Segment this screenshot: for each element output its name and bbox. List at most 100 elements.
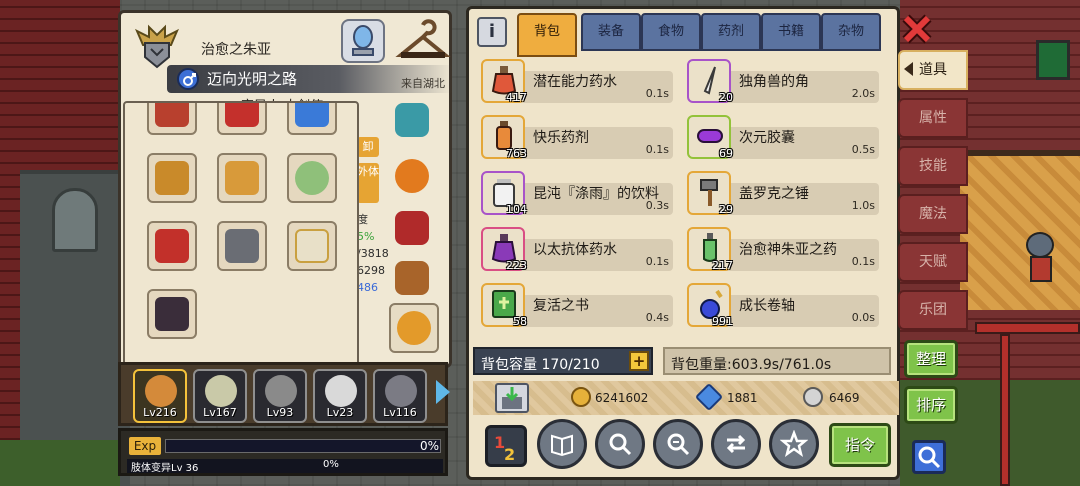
gem-amount: 1881 — [727, 391, 758, 405]
side-slot-crystal[interactable] — [389, 97, 439, 147]
inventory-item[interactable]: 104 昆沌『涤雨』的饮料 0.3s — [479, 171, 673, 216]
grass-left — [0, 440, 120, 486]
diamond-icon — [694, 382, 724, 412]
equip-slot-armor[interactable] — [147, 153, 197, 203]
appearance-button[interactable]: 外体 — [357, 163, 379, 203]
organize-button[interactable]: 整理 — [904, 340, 958, 378]
side-slot-shoe[interactable] — [389, 255, 439, 305]
side-slot-ring[interactable] — [389, 303, 439, 353]
tab-food[interactable]: 食物 — [641, 13, 701, 51]
search-item-button[interactable] — [595, 419, 645, 469]
red-boots-icon — [155, 229, 189, 263]
inventory-item[interactable]: 417 潜在能力药水 0.1s — [479, 59, 673, 104]
item-name: 次元胶囊 — [739, 130, 795, 146]
green-ring-icon — [295, 161, 329, 195]
item-name: 盖罗克之锤 — [739, 186, 809, 202]
exp-panel: Exp 0% 肢体变异Lv 36 0% — [118, 428, 448, 476]
character-origin: 来自湖北 — [401, 77, 445, 90]
rank-badge-icon[interactable] — [133, 23, 181, 71]
sort-button[interactable]: 排序 — [904, 386, 958, 424]
equip-slot-offhand[interactable] — [287, 103, 337, 135]
one-two-button[interactable]: 12 — [485, 425, 527, 467]
inventory-item[interactable]: 223 以太抗体药水 0.1s — [479, 227, 673, 272]
gender-mark-icon — [177, 68, 199, 90]
red-helmet-icon — [225, 103, 259, 127]
hero-portrait-icon — [325, 375, 357, 407]
side-slot-pumpkin[interactable] — [389, 153, 439, 203]
equip-slot-belt[interactable] — [217, 153, 267, 203]
inventory-item[interactable]: 20 独角兽的角 2.0s — [685, 59, 879, 104]
mirror-icon[interactable] — [341, 19, 385, 63]
white-robe-icon — [295, 229, 329, 263]
side-slot-chest[interactable] — [389, 205, 439, 255]
tab-misc[interactable]: 杂物 — [821, 13, 881, 51]
brown-shoe-icon — [395, 261, 429, 295]
stat-line: /3818 — [357, 247, 389, 260]
gold-ring-icon — [397, 311, 431, 345]
capsule-icon: 69 — [687, 115, 733, 160]
item-time: 0.1s — [645, 255, 669, 268]
next-hero-arrow-icon[interactable] — [436, 380, 450, 404]
hero-slot[interactable]: Lv167 — [193, 369, 247, 423]
book-icon: 58 — [481, 283, 527, 328]
side-menu-band[interactable]: 乐团 — [898, 290, 968, 330]
active-arrow-icon — [904, 62, 913, 76]
command-button[interactable]: 指令 — [829, 423, 891, 467]
potion-orange-icon: 417 — [481, 59, 527, 104]
search-icon[interactable] — [912, 440, 946, 474]
exp-bar — [165, 439, 441, 453]
inspect-button[interactable] — [653, 419, 703, 469]
house-wall — [960, 150, 1080, 310]
deposit-button[interactable] — [495, 383, 529, 413]
equip-slot-helmet[interactable] — [217, 103, 267, 135]
item-count: 223 — [506, 259, 527, 272]
side-menu-magic[interactable]: 魔法 — [898, 194, 968, 234]
equip-slot-robe[interactable] — [287, 221, 337, 271]
item-time: 0.1s — [645, 87, 669, 100]
tab-potion[interactable]: 药剂 — [701, 13, 761, 51]
tab-books[interactable]: 书籍 — [761, 13, 821, 51]
equip-slot-boots[interactable] — [147, 221, 197, 271]
inventory-item[interactable]: 217 治愈神朱亚之药 0.1s — [685, 227, 879, 272]
close-icon[interactable] — [900, 12, 934, 46]
item-time: 0.5s — [851, 143, 875, 156]
side-menu-skills[interactable]: 技能 — [898, 146, 968, 186]
stats-peek: 度 5% /3818 6298 486 — [357, 211, 389, 296]
hero-slot[interactable]: Lv93 — [253, 369, 307, 423]
npc-character[interactable] — [1020, 232, 1060, 284]
inventory-item[interactable]: 29 盖罗克之锤 1.0s — [685, 171, 879, 216]
info-button[interactable]: i — [477, 17, 507, 47]
tab-equipment[interactable]: 装备 — [581, 13, 641, 51]
side-menu-attributes[interactable]: 属性 — [898, 98, 968, 138]
unequip-button[interactable]: 卸 — [357, 137, 379, 157]
inventory-item[interactable]: 58 复活之书 0.4s — [479, 283, 673, 328]
book-menu-button[interactable] — [537, 419, 587, 469]
item-time: 0.1s — [851, 255, 875, 268]
hero-portrait-icon — [385, 375, 417, 407]
hanger-icon[interactable] — [395, 19, 451, 63]
inventory-item[interactable]: 69 次元胶囊 0.5s — [685, 115, 879, 160]
hero-slot[interactable]: Lv216 — [133, 369, 187, 423]
expand-capacity-button[interactable]: + — [629, 351, 649, 371]
item-time: 0.4s — [645, 311, 669, 324]
equip-slot-gauntlet[interactable] — [217, 221, 267, 271]
tab-backpack[interactable]: 背包 — [517, 13, 577, 57]
item-count: 763 — [506, 147, 527, 160]
item-name: 治愈神朱亚之药 — [739, 242, 837, 258]
swap-button[interactable] — [711, 419, 761, 469]
hero-level: Lv23 — [326, 406, 354, 419]
equip-slot-weapon[interactable] — [147, 103, 197, 135]
character-header: 治愈之朱亚 — [129, 17, 451, 69]
crystal-icon — [395, 103, 429, 137]
hero-slot[interactable]: Lv116 — [373, 369, 427, 423]
item-time: 2.0s — [851, 87, 875, 100]
equip-slot-mask[interactable] — [147, 289, 197, 339]
mutation-label: 肢体变异Lv 36 — [131, 463, 199, 474]
inventory-item[interactable]: 991 成长卷轴 0.0s — [685, 283, 879, 328]
inventory-item[interactable]: 763 快乐药剂 0.1s — [479, 115, 673, 160]
hero-slot[interactable]: Lv23 — [313, 369, 367, 423]
item-name: 复活之书 — [533, 298, 589, 314]
favorite-button[interactable] — [769, 419, 819, 469]
side-menu-talent[interactable]: 天赋 — [898, 242, 968, 282]
equip-slot-ring[interactable] — [287, 153, 337, 203]
